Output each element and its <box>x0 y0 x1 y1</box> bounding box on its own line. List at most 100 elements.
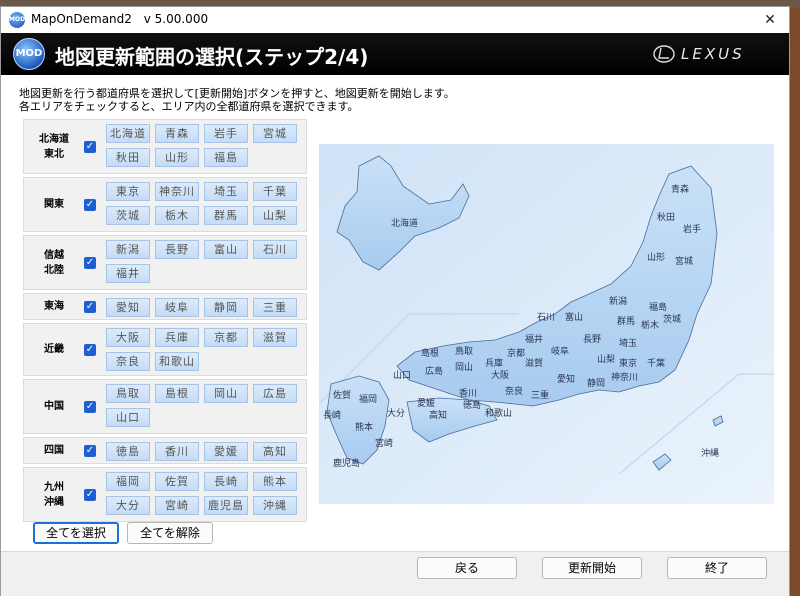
map-label: 群馬 <box>617 315 635 327</box>
region-row: 北海道 東北 ✓ 北海道 青森 岩手 宮城秋田 山形 福島 <box>23 119 307 174</box>
map-label: 高知 <box>429 409 447 421</box>
region-checkbox[interactable]: ✓ <box>84 141 96 153</box>
map-label: 長崎 <box>323 409 341 421</box>
map-label: 山口 <box>393 370 411 381</box>
prefecture-button[interactable]: 福島 <box>204 148 248 167</box>
prefecture-button[interactable]: 香川 <box>155 442 199 461</box>
prefecture-button[interactable]: 佐賀 <box>155 472 199 491</box>
map-label: 千葉 <box>647 357 665 369</box>
map-label: 秋田 <box>657 211 675 223</box>
prefecture-button[interactable]: 宮崎 <box>155 496 199 515</box>
prefecture-button[interactable]: 三重 <box>253 298 297 317</box>
prefecture-button[interactable]: 京都 <box>204 328 248 347</box>
prefecture-button[interactable]: 新潟 <box>106 240 150 259</box>
region-checkbox[interactable]: ✓ <box>84 199 96 211</box>
region-row: 関東 ✓ 東京 神奈川 埼玉 千葉茨城 栃木 群馬 山梨 <box>23 177 307 232</box>
prefecture-button[interactable]: 長崎 <box>204 472 248 491</box>
prefecture-button[interactable]: 秋田 <box>106 148 150 167</box>
map-label: 山形 <box>647 251 665 263</box>
map-label: 和歌山 <box>485 407 512 419</box>
prefecture-button[interactable]: 岐阜 <box>155 298 199 317</box>
prefecture-button[interactable]: 兵庫 <box>155 328 199 347</box>
map-label: 熊本 <box>355 421 373 433</box>
region-row: 東海 ✓ 愛知 岐阜 静岡 三重 <box>23 293 307 320</box>
prefecture-button[interactable]: 大分 <box>106 496 150 515</box>
map-label: 長野 <box>583 334 601 345</box>
region-checkbox[interactable]: ✓ <box>84 257 96 269</box>
map-label: 東京 <box>619 357 637 369</box>
prefecture-button[interactable]: 大阪 <box>106 328 150 347</box>
map-label: 奈良 <box>505 385 523 397</box>
prefecture-button[interactable]: 沖縄 <box>253 496 297 515</box>
map-label: 宮崎 <box>375 437 393 449</box>
window-title: MapOnDemand2 v 5.00.000 <box>31 12 208 26</box>
prefecture-button[interactable]: 宮城 <box>253 124 297 143</box>
map-label: 佐賀 <box>333 389 351 401</box>
prefecture-button[interactable]: 長野 <box>155 240 199 259</box>
prefecture-button[interactable]: 千葉 <box>253 182 297 201</box>
region-row: 近畿 ✓ 大阪 兵庫 京都 滋賀奈良 和歌山 <box>23 323 307 376</box>
region-checkbox[interactable]: ✓ <box>84 401 96 413</box>
prefecture-button[interactable]: 熊本 <box>253 472 297 491</box>
region-label: 四国 <box>44 445 64 456</box>
prefecture-button[interactable]: 茨城 <box>106 206 150 225</box>
prefecture-button[interactable]: 青森 <box>155 124 199 143</box>
region-label: 関東 <box>44 199 64 210</box>
prefecture-button[interactable]: 岩手 <box>204 124 248 143</box>
exit-button[interactable]: 終了 <box>667 557 767 579</box>
prefecture-button[interactable]: 鳥取 <box>106 384 150 403</box>
map-label: 福岡 <box>359 393 377 405</box>
prefecture-button[interactable]: 島根 <box>155 384 199 403</box>
map-label: 大阪 <box>491 369 509 381</box>
region-checkbox[interactable]: ✓ <box>84 489 96 501</box>
window-title-text: MapOnDemand2 <box>31 12 132 26</box>
region-label: 近畿 <box>44 344 64 355</box>
lexus-wordmark: LEXUS <box>681 45 745 63</box>
prefecture-button[interactable]: 岡山 <box>204 384 248 403</box>
prefecture-button[interactable]: 和歌山 <box>155 352 199 371</box>
prefecture-button[interactable]: 群馬 <box>204 206 248 225</box>
prefecture-button[interactable]: 神奈川 <box>155 182 199 201</box>
prefecture-button[interactable]: 滋賀 <box>253 328 297 347</box>
prefecture-button[interactable]: 山梨 <box>253 206 297 225</box>
page-title: 地図更新範囲の選択(ステップ2/4) <box>55 45 369 69</box>
prefecture-button[interactable]: 福井 <box>106 264 150 283</box>
map-label: 鳥取 <box>455 345 473 357</box>
japan-map-svg: 青森秋田岩手山形 宮城新潟福島 北海道石川 富山 群馬 栃木茨城福井 長野 埼玉山梨 東京 千葉神… <box>319 144 774 504</box>
region-checkbox[interactable]: ✓ <box>84 344 96 356</box>
prefecture-button[interactable]: 山形 <box>155 148 199 167</box>
prefecture-button[interactable]: 徳島 <box>106 442 150 461</box>
prefecture-button[interactable]: 広島 <box>253 384 297 403</box>
prefecture-button[interactable]: 静岡 <box>204 298 248 317</box>
prefecture-button[interactable]: 奈良 <box>106 352 150 371</box>
prefecture-button[interactable]: 東京 <box>106 182 150 201</box>
region-checkbox[interactable]: ✓ <box>84 301 96 313</box>
map-label: 埼玉 <box>619 337 637 349</box>
prefecture-button[interactable]: 北海道 <box>106 124 150 143</box>
back-button[interactable]: 戻る <box>417 557 517 579</box>
map-label: 岐阜 <box>551 345 569 357</box>
select-all-button[interactable]: 全てを選択 <box>33 522 119 544</box>
region-label: 九州 沖縄 <box>44 481 64 508</box>
map-label: 栃木 <box>641 319 659 331</box>
prefecture-button[interactable]: 石川 <box>253 240 297 259</box>
prefecture-button[interactable]: 富山 <box>204 240 248 259</box>
start-update-button[interactable]: 更新開始 <box>542 557 642 579</box>
map-label: 島根 <box>421 347 439 359</box>
prefecture-button[interactable]: 埼玉 <box>204 182 248 201</box>
region-row: 中国 ✓ 鳥取 島根 岡山 広島 山口 <box>23 379 307 434</box>
region-label: 北海道 東北 <box>39 133 69 160</box>
close-icon[interactable]: ✕ <box>751 7 789 33</box>
prefecture-button[interactable]: 福岡 <box>106 472 150 491</box>
prefecture-button[interactable]: 愛知 <box>106 298 150 317</box>
region-label: 東海 <box>44 301 64 312</box>
prefecture-button[interactable]: 高知 <box>253 442 297 461</box>
prefecture-button[interactable]: 愛媛 <box>204 442 248 461</box>
prefecture-button[interactable]: 鹿児島 <box>204 496 248 515</box>
map-label: 福島 <box>649 301 667 313</box>
prefecture-button[interactable]: 山口 <box>106 408 150 427</box>
deselect-all-button[interactable]: 全てを解除 <box>127 522 213 544</box>
prefecture-button[interactable]: 栃木 <box>155 206 199 225</box>
region-checkbox[interactable]: ✓ <box>84 445 96 457</box>
map-label: 富山 <box>565 311 583 323</box>
